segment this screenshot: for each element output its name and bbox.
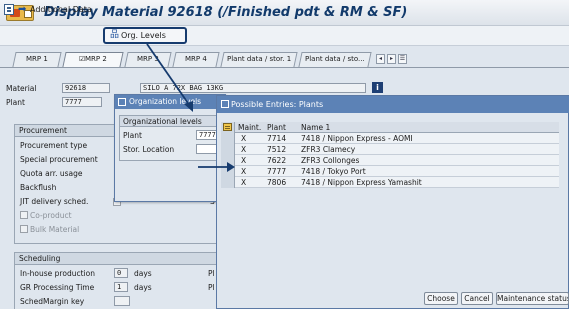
planning-calendar-label: Pl — [208, 283, 215, 292]
material-description-field[interactable]: SILO A 72X BAG 13KG — [140, 83, 366, 93]
cell-name: 7418 / Tokyo Port — [301, 167, 366, 176]
jit-delivery-label: JIT delivery sched. — [20, 197, 89, 206]
org-storloc-label: Stor. Location — [123, 145, 175, 154]
cell-maint: X — [241, 178, 247, 187]
cell-plant: 7777 — [267, 167, 287, 176]
choose-button[interactable]: Choose — [424, 292, 458, 305]
tab-list-icon[interactable]: ☰ — [398, 54, 407, 64]
tab-divider — [0, 67, 569, 68]
table-header: Maint. Plant Name 1 — [221, 122, 559, 133]
maintenance-status-button[interactable]: Maintenance status — [496, 292, 569, 305]
tab-mrp-1[interactable]: MRP 1 — [12, 52, 62, 67]
bulk-material-label: Bulk Material — [30, 225, 80, 234]
schedmargin-label: SchedMargin key — [20, 297, 85, 306]
cell-maint: X — [241, 156, 247, 165]
material-field[interactable]: 92618 — [62, 83, 110, 93]
co-product-checkbox[interactable] — [20, 211, 28, 219]
co-product-label: Co-product — [30, 211, 72, 220]
cancel-button[interactable]: Cancel — [461, 292, 493, 305]
table-settings-icon — [223, 123, 232, 131]
possible-entries-title: Possible Entries: Plants — [217, 96, 569, 113]
cell-plant: 7714 — [267, 134, 287, 143]
additional-data-button[interactable]: Additional Data — [30, 3, 92, 17]
tab-plant-data-stor-1[interactable]: Plant data / stor. 1 — [220, 52, 298, 67]
inhouse-production-label: In-house production — [20, 269, 95, 278]
row-selector[interactable] — [221, 144, 235, 155]
application-toolbar — [0, 26, 569, 46]
quota-usage-label: Quota arr. usage — [20, 169, 83, 178]
inhouse-unit: days — [134, 269, 152, 278]
org-hierarchy-icon: 品 — [110, 30, 120, 40]
cell-name: 7418 / Nippon Express Yamashit — [301, 178, 422, 187]
tab-scroll-right-icon[interactable]: ▸ — [387, 54, 396, 64]
row-selector[interactable] — [221, 166, 235, 177]
table-row[interactable]: X 7714 7418 / Nippon Express - AOMI — [221, 133, 559, 144]
context-icon[interactable] — [4, 4, 14, 15]
procurement-type-label: Procurement type — [20, 141, 88, 150]
plant-field[interactable]: 7777 — [62, 97, 102, 107]
column-header-name[interactable]: Name 1 — [301, 122, 501, 133]
backflush-label: Backflush — [20, 183, 57, 192]
cell-maint: X — [241, 134, 247, 143]
column-header-maint[interactable]: Maint. — [238, 122, 264, 133]
bulk-material-checkbox[interactable] — [20, 225, 28, 233]
tab-mrp-4[interactable]: MRP 4 — [172, 52, 220, 67]
planned-delivery-label: Pl — [208, 269, 215, 278]
window-title: Display Material 92618 (/Finished pdt & … — [44, 5, 408, 20]
tab-mrp-3[interactable]: MRP 3 — [124, 52, 172, 67]
table-settings-button[interactable] — [221, 122, 235, 133]
dialog-window-icon — [118, 98, 126, 106]
cell-name: ZFR3 Collonges — [301, 156, 360, 165]
table-row[interactable]: X 7777 7418 / Tokyo Port — [221, 166, 559, 177]
gr-processing-label: GR Processing Time — [20, 283, 95, 292]
plant-label: Plant — [6, 98, 25, 107]
inhouse-production-field[interactable]: 0 — [114, 268, 128, 278]
tab-mrp-2[interactable]: ☑ MRP 2 — [62, 52, 124, 67]
org-levels-dialog: Organization levels Organizational level… — [114, 94, 226, 202]
cell-maint: X — [241, 167, 247, 176]
special-procurement-label: Special procurement — [20, 155, 98, 164]
row-selector[interactable] — [221, 177, 235, 188]
tab-plant-data-stor-2[interactable]: Plant data / sto... — [298, 52, 372, 67]
org-dialog-title: Organization levels — [115, 95, 225, 109]
row-selector[interactable] — [221, 133, 235, 144]
org-plant-label: Plant — [123, 131, 142, 140]
cell-name: 7418 / Nippon Express - AOMI — [301, 134, 413, 143]
org-levels-label[interactable]: Org. Levels — [121, 29, 166, 43]
dialog-window-icon — [221, 100, 229, 108]
column-header-plant[interactable]: Plant — [267, 122, 297, 133]
gr-processing-unit: days — [134, 283, 152, 292]
row-selector[interactable] — [221, 155, 235, 166]
org-levels-group: Organizational levels Plant 7777 Stor. L… — [119, 115, 223, 161]
info-icon[interactable]: i — [372, 82, 383, 93]
cell-name: ZFR3 Clamecy — [301, 145, 356, 154]
table-row[interactable]: X 7622 ZFR3 Collonges — [221, 155, 559, 166]
schedmargin-field[interactable] — [114, 296, 130, 306]
cell-plant: 7512 — [267, 145, 287, 154]
scheduling-title: Scheduling — [15, 253, 233, 265]
material-label: Material — [6, 84, 37, 93]
tab-strip: MRP 1 ☑ MRP 2 MRP 3 MRP 4 Plant data / s… — [6, 52, 426, 67]
cell-plant: 7622 — [267, 156, 287, 165]
tab-scroll-left-icon[interactable]: ◂ — [376, 54, 385, 64]
possible-entries-dialog: Possible Entries: Plants Maint. Plant Na… — [216, 95, 569, 309]
table-row[interactable]: X 7512 ZFR3 Clamecy — [221, 144, 559, 155]
table-row[interactable]: X 7806 7418 / Nippon Express Yamashit — [221, 177, 559, 188]
org-levels-group-title: Organizational levels — [120, 116, 222, 127]
gr-processing-field[interactable]: 1 — [114, 282, 128, 292]
cell-maint: X — [241, 145, 247, 154]
arrow-right-icon[interactable]: ➡ — [18, 4, 26, 15]
cell-plant: 7806 — [267, 178, 287, 187]
